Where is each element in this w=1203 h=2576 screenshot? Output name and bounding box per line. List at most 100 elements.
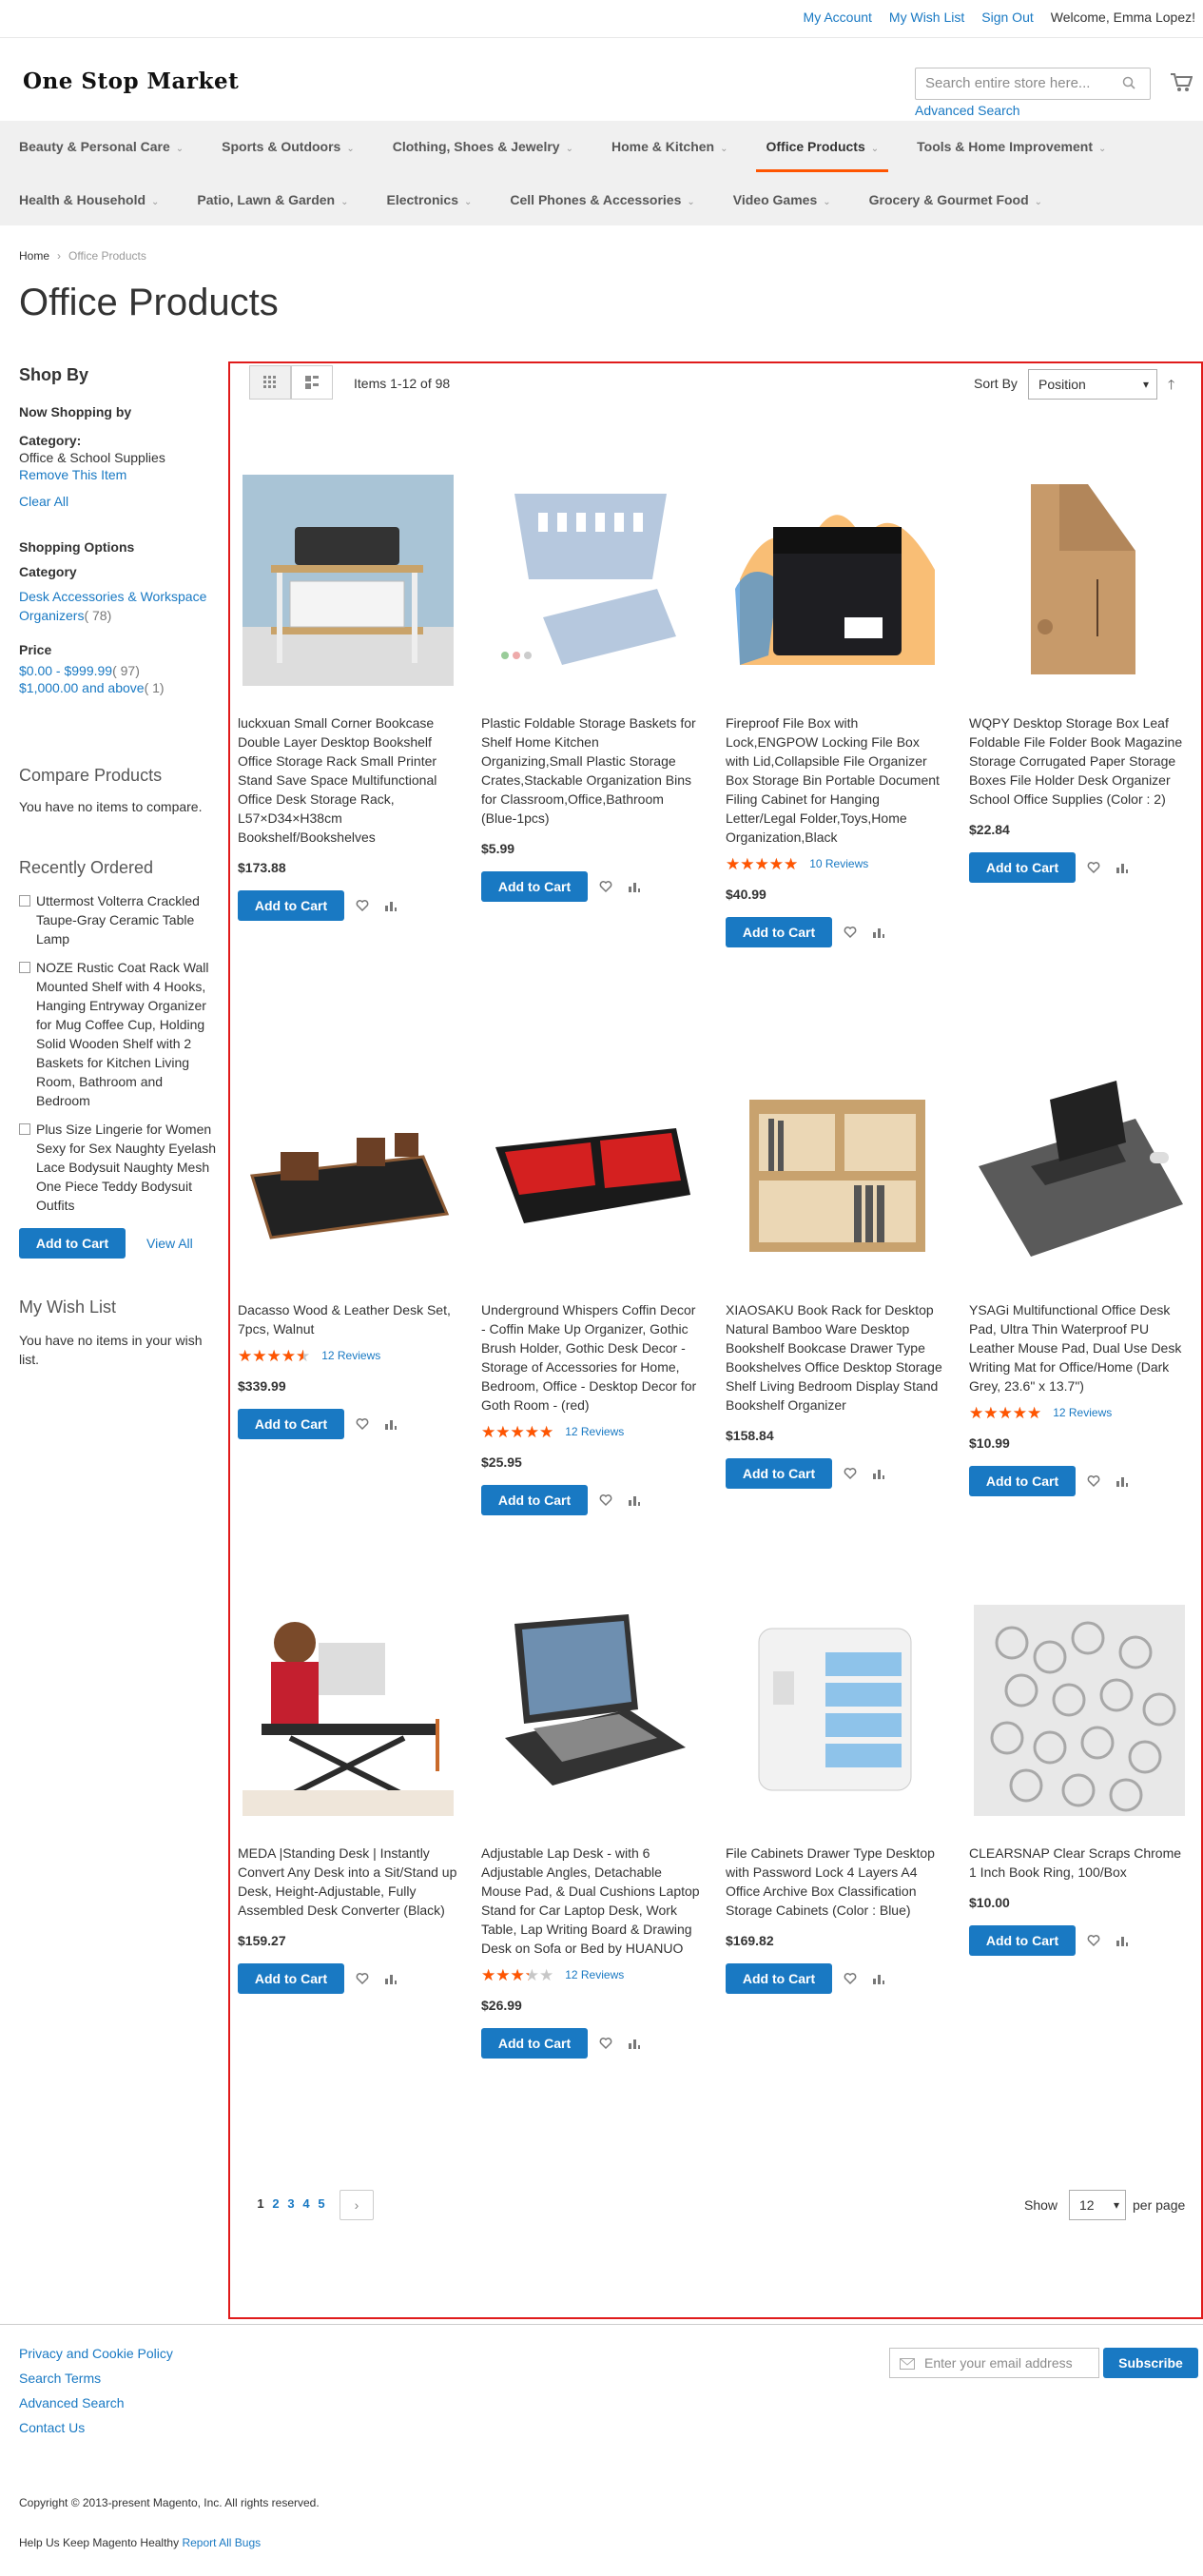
nav-item[interactable]: Video Games ⌄: [714, 174, 850, 225]
subscribe-button[interactable]: Subscribe: [1103, 2348, 1198, 2378]
heart-icon[interactable]: [599, 2037, 612, 2050]
price-option[interactable]: $1,000.00 and above( 1): [19, 680, 219, 695]
compare-icon[interactable]: [1116, 861, 1129, 874]
nav-item[interactable]: Patio, Lawn & Garden ⌄: [178, 174, 367, 225]
add-to-cart-button[interactable]: Add to Cart: [726, 917, 832, 947]
price-option[interactable]: $0.00 - $999.99( 97): [19, 663, 219, 678]
report-bugs-link[interactable]: Report All Bugs: [182, 2536, 261, 2549]
compare-icon[interactable]: [872, 1467, 885, 1480]
reviews-link[interactable]: 10 Reviews: [809, 857, 868, 870]
price-link[interactable]: $0.00 - $999.99: [19, 663, 112, 678]
heart-icon[interactable]: [356, 1417, 369, 1431]
page-link[interactable]: 2: [268, 2196, 283, 2211]
nav-item-active[interactable]: Office Products ⌄: [747, 121, 898, 172]
sort-direction-icon[interactable]: 🡑: [1168, 375, 1174, 398]
reviews-link[interactable]: 12 Reviews: [565, 1968, 624, 1981]
add-to-cart-button[interactable]: Add to Cart: [481, 2028, 588, 2059]
product-image[interactable]: [238, 466, 458, 694]
footer-link[interactable]: Search Terms: [19, 2371, 173, 2386]
category-link[interactable]: Desk Accessories & Workspace Organizers: [19, 589, 206, 623]
breadcrumb-home[interactable]: Home: [19, 249, 49, 263]
compare-icon[interactable]: [384, 899, 398, 912]
add-to-cart-button[interactable]: Add to Cart: [969, 852, 1076, 883]
heart-icon[interactable]: [356, 899, 369, 912]
limiter-select[interactable]: 12: [1069, 2190, 1126, 2220]
cart-icon[interactable]: [1170, 72, 1193, 93]
add-to-cart-button[interactable]: Add to Cart: [481, 871, 588, 902]
heart-icon[interactable]: [1087, 1474, 1100, 1488]
add-to-cart-button[interactable]: Add to Cart: [238, 890, 344, 921]
heart-icon[interactable]: [1087, 1934, 1100, 1947]
product-name[interactable]: Dacasso Wood & Leather Desk Set, 7pcs, W…: [238, 1300, 458, 1338]
footer-link[interactable]: Privacy and Cookie Policy: [19, 2346, 173, 2361]
remove-filter-link[interactable]: Remove This Item: [19, 467, 219, 482]
page-link[interactable]: 5: [314, 2196, 329, 2211]
product-image[interactable]: [969, 1053, 1190, 1281]
sidebar-add-to-cart-button[interactable]: Add to Cart: [19, 1228, 126, 1259]
heart-icon[interactable]: [1087, 861, 1100, 874]
view-all-link[interactable]: View All: [146, 1236, 193, 1251]
reviews-link[interactable]: 12 Reviews: [321, 1349, 380, 1362]
search-input[interactable]: Search entire store here...: [915, 68, 1151, 100]
product-name[interactable]: File Cabinets Drawer Type Desktop with P…: [726, 1844, 946, 1920]
compare-icon[interactable]: [628, 2037, 641, 2050]
add-to-cart-button[interactable]: Add to Cart: [969, 1466, 1076, 1496]
product-image[interactable]: [726, 1053, 946, 1281]
add-to-cart-button[interactable]: Add to Cart: [726, 1963, 832, 1994]
recent-item[interactable]: Plus Size Lingerie for Women Sexy for Se…: [19, 1120, 219, 1215]
nav-item[interactable]: Clothing, Shoes & Jewelry ⌄: [374, 121, 592, 172]
product-name[interactable]: luckxuan Small Corner Bookcase Double La…: [238, 713, 458, 847]
reviews-link[interactable]: 12 Reviews: [1053, 1406, 1112, 1419]
recent-item[interactable]: NOZE Rustic Coat Rack Wall Mounted Shelf…: [19, 958, 219, 1110]
add-to-cart-button[interactable]: Add to Cart: [481, 1485, 588, 1515]
product-image[interactable]: [481, 1596, 702, 1825]
heart-icon[interactable]: [356, 1972, 369, 1985]
checkbox[interactable]: [19, 962, 30, 973]
nav-item[interactable]: Health & Household ⌄: [0, 174, 178, 225]
sort-by-select[interactable]: Position: [1028, 369, 1157, 400]
heart-icon[interactable]: [599, 880, 612, 893]
compare-icon[interactable]: [1116, 1934, 1129, 1947]
product-name[interactable]: XIAOSAKU Book Rack for Desktop Natural B…: [726, 1300, 946, 1415]
nav-item[interactable]: Beauty & Personal Care ⌄: [0, 121, 203, 172]
product-image[interactable]: [969, 1596, 1190, 1825]
nav-item[interactable]: Tools & Home Improvement ⌄: [898, 121, 1125, 172]
add-to-cart-button[interactable]: Add to Cart: [969, 1925, 1076, 1956]
footer-link[interactable]: Advanced Search: [19, 2395, 173, 2410]
newsletter-email-input[interactable]: Enter your email address: [889, 2348, 1099, 2378]
compare-icon[interactable]: [872, 926, 885, 939]
footer-link[interactable]: Contact Us: [19, 2420, 173, 2435]
clear-all-link[interactable]: Clear All: [19, 494, 219, 509]
nav-item[interactable]: Grocery & Gourmet Food ⌄: [850, 174, 1061, 225]
add-to-cart-button[interactable]: Add to Cart: [726, 1458, 832, 1489]
product-name[interactable]: Plastic Foldable Storage Baskets for She…: [481, 713, 702, 828]
recent-item-name[interactable]: Uttermost Volterra Crackled Taupe-Gray C…: [36, 891, 219, 948]
product-image[interactable]: [238, 1053, 458, 1281]
product-name[interactable]: Underground Whispers Coffin Decor - Coff…: [481, 1300, 702, 1415]
heart-icon[interactable]: [599, 1493, 612, 1507]
checkbox[interactable]: [19, 1123, 30, 1135]
advanced-search-link[interactable]: Advanced Search: [915, 103, 1020, 118]
compare-icon[interactable]: [384, 1972, 398, 1985]
product-name[interactable]: Fireproof File Box with Lock,ENGPOW Lock…: [726, 713, 946, 847]
nav-item[interactable]: Electronics ⌄: [368, 174, 492, 225]
recent-item-name[interactable]: Plus Size Lingerie for Women Sexy for Se…: [36, 1120, 219, 1215]
list-view-icon[interactable]: [291, 365, 333, 400]
recent-item[interactable]: Uttermost Volterra Crackled Taupe-Gray C…: [19, 891, 219, 948]
grid-view-icon[interactable]: [249, 365, 291, 400]
price-link[interactable]: $1,000.00 and above: [19, 680, 145, 695]
product-name[interactable]: CLEARSNAP Clear Scraps Chrome 1 Inch Boo…: [969, 1844, 1190, 1882]
recent-item-name[interactable]: NOZE Rustic Coat Rack Wall Mounted Shelf…: [36, 958, 219, 1110]
checkbox[interactable]: [19, 895, 30, 907]
nav-item[interactable]: Sports & Outdoors ⌄: [203, 121, 374, 172]
page-link[interactable]: 4: [299, 2196, 314, 2211]
product-image[interactable]: [726, 1596, 946, 1825]
store-logo[interactable]: One Stop Market: [23, 68, 239, 94]
product-name[interactable]: WQPY Desktop Storage Box Leaf Foldable F…: [969, 713, 1190, 809]
compare-icon[interactable]: [628, 880, 641, 893]
category-option[interactable]: Desk Accessories & Workspace Organizers(…: [19, 587, 219, 625]
compare-icon[interactable]: [384, 1417, 398, 1431]
heart-icon[interactable]: [844, 1972, 857, 1985]
nav-item[interactable]: Cell Phones & Accessories ⌄: [491, 174, 713, 225]
my-wishlist-link[interactable]: My Wish List: [889, 10, 964, 25]
